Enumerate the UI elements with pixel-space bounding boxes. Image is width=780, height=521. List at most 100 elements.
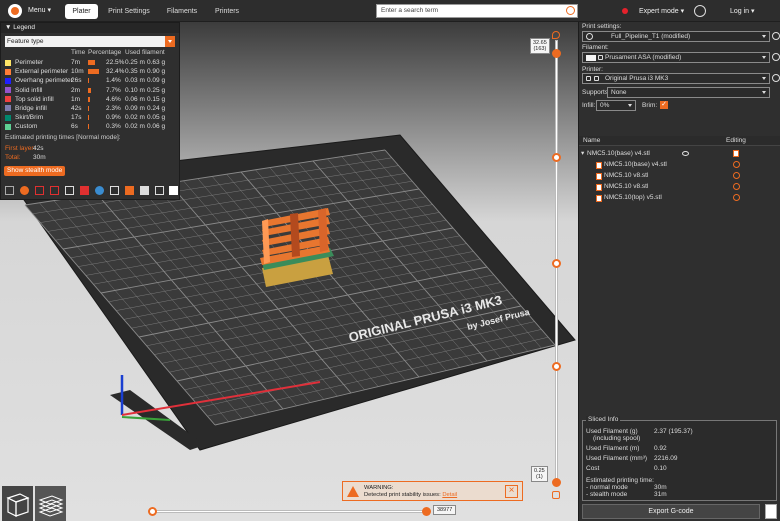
object-list-item[interactable]: NMC5.10 v8.stl — [579, 182, 779, 192]
tab-printers[interactable]: Printers — [210, 4, 244, 19]
color-swatch — [5, 105, 11, 112]
login-dropdown[interactable]: Log in ▾ — [730, 7, 755, 15]
object-list-item[interactable]: NMC5.10(top) v5.stl — [579, 193, 779, 203]
feature-name: Custom — [15, 123, 38, 131]
visibility-eye-icon[interactable] — [682, 151, 689, 156]
settings-cog-icon[interactable] — [733, 161, 740, 168]
infill-select[interactable]: 0% — [596, 100, 636, 111]
brim-checkbox[interactable]: ✓ — [660, 101, 668, 109]
print-settings-edit-icon[interactable] — [772, 32, 780, 40]
filament-select[interactable]: Prusament ASA (modified) — [582, 52, 770, 63]
warning-title: WARNING: — [364, 485, 394, 491]
view-type-select[interactable]: Feature type — [5, 36, 175, 47]
feature-name: Top solid infill — [15, 95, 54, 103]
printer-select[interactable]: Original Prusa i3 MK3 — [582, 73, 770, 84]
preview-button[interactable] — [35, 486, 66, 521]
export-gcode-button[interactable]: Export G-code — [582, 504, 760, 519]
center-of-gravity-icon[interactable] — [140, 186, 149, 195]
chevron-down-icon[interactable] — [165, 36, 175, 47]
seams-icon[interactable] — [65, 186, 74, 195]
custom-gcodes-icon[interactable] — [125, 186, 134, 195]
sliced-info-value: 0.92 — [654, 445, 667, 452]
user-account-icon[interactable] — [694, 5, 706, 17]
layer-slider-tick[interactable] — [552, 153, 561, 162]
filament-color-swatch[interactable] — [586, 55, 596, 61]
layer-slider-tick[interactable] — [552, 259, 561, 268]
move-slider-end-thumb[interactable] — [422, 507, 431, 516]
pause-prints-icon[interactable] — [110, 186, 119, 195]
slider-settings-icon[interactable] — [552, 491, 560, 499]
settings-cog-icon[interactable] — [733, 194, 740, 201]
right-sidebar: Print settings: Full_Pipeline_T1 (modifi… — [578, 22, 780, 521]
menu-button[interactable]: Menu ▾ — [28, 6, 51, 14]
legend-row[interactable]: Perimeter 7m 22.5% 0.25 m 0.63 g — [1, 58, 179, 67]
object-name: NMC5.10(top) v5.stl — [604, 194, 662, 201]
object-list-item[interactable]: ▾ NMC5.10(base) v4.stl — [579, 149, 779, 159]
percentage-bar — [88, 69, 99, 75]
move-slider-start-thumb[interactable] — [148, 507, 157, 516]
tab-plater[interactable]: Plater — [65, 4, 98, 19]
object-list-item[interactable]: NMC5.10(base) v4.stl — [579, 160, 779, 170]
sliced-info-panel: Sliced Info Used Filament (g) 2.37 (195.3… — [582, 416, 777, 501]
legend-row[interactable]: Solid infill 2m 7.7% 0.10 m 0.25 g — [1, 86, 179, 95]
feature-percentage: 32.4% — [106, 68, 125, 76]
collapse-icon[interactable]: ▾ — [581, 149, 584, 159]
legend-panel: ▼ Legend Feature type Time Percentage Us… — [0, 22, 180, 200]
feature-length: 0.25 m — [125, 59, 145, 66]
col-percentage: Percentage — [88, 49, 122, 56]
warning-detail-link[interactable]: Detail — [442, 492, 457, 498]
layer-slider-bottom-thumb[interactable] — [552, 478, 561, 487]
layer-slider-top-label: 32.65 (163) — [530, 38, 550, 54]
legend-row[interactable]: Custom 6s 0.3% 0.02 m 0.06 g — [1, 122, 179, 131]
edit-object-icon[interactable] — [733, 150, 739, 157]
tab-print-settings[interactable]: Print Settings — [106, 4, 152, 19]
legend-title: Legend — [13, 24, 35, 31]
settings-cog-icon[interactable] — [733, 183, 740, 190]
wipe-icon[interactable] — [20, 186, 29, 195]
print-settings-value: Full_Pipeline_T1 (modified) — [611, 33, 691, 40]
legend-row[interactable]: External perimeter 10m 32.4% 0.35 m 0.90 g — [1, 67, 179, 76]
undo-arrow-icon[interactable] — [552, 31, 560, 39]
print-settings-select[interactable]: Full_Pipeline_T1 (modified) — [582, 31, 770, 42]
search-placeholder: Enter a search term — [381, 7, 439, 14]
supports-label: Supports: — [582, 89, 610, 96]
shells-icon[interactable] — [155, 186, 164, 195]
supports-select[interactable]: None — [607, 87, 770, 98]
percentage-bar — [88, 78, 89, 84]
travel-icon[interactable] — [5, 186, 14, 195]
close-icon[interactable]: × — [505, 485, 518, 498]
deretractions-icon[interactable] — [50, 186, 59, 195]
tool-changes-icon[interactable] — [80, 186, 89, 195]
col-name: Name — [583, 137, 601, 144]
3d-view-button[interactable] — [2, 486, 33, 521]
legend-row[interactable]: Top solid infill 1m 4.6% 0.06 m 0.15 g — [1, 95, 179, 104]
search-icon[interactable] — [566, 6, 575, 15]
retractions-icon[interactable] — [35, 186, 44, 195]
object-name: NMC5.10(base) v4.stl — [604, 161, 667, 168]
legend-row[interactable]: Overhang perimeter 26s 1.4% 0.03 m 0.09 g — [1, 76, 179, 85]
tab-filaments[interactable]: Filaments — [164, 4, 200, 19]
stealth-mode-value: 31m — [654, 491, 667, 498]
feature-length: 0.02 m — [125, 123, 145, 131]
col-time: Time — [71, 49, 86, 56]
move-slider-track[interactable] — [152, 510, 428, 513]
legend-row[interactable]: Bridge infill 42s 2.3% 0.09 m 0.24 g — [1, 104, 179, 113]
tool-marker-icon[interactable] — [169, 186, 178, 195]
settings-cog-icon[interactable] — [733, 172, 740, 179]
object-name: NMC5.10(base) v4.stl — [587, 150, 650, 157]
bottom-layer: (1) — [535, 474, 543, 480]
legend-row[interactable]: Skirt/Brim 17s 0.9% 0.02 m 0.05 g — [1, 113, 179, 122]
color-changes-icon[interactable] — [95, 186, 104, 195]
feature-name: Bridge infill — [15, 104, 47, 112]
filament-edit-icon[interactable] — [772, 53, 780, 61]
mode-dropdown[interactable]: Expert mode ▾ — [639, 7, 684, 15]
show-stealth-mode-button[interactable]: Show stealth mode — [4, 166, 66, 176]
layer-slider-top-thumb[interactable] — [552, 49, 561, 58]
send-to-sd-icon[interactable] — [765, 504, 777, 519]
printer-edit-icon[interactable] — [772, 74, 780, 82]
legend-header[interactable]: ▼ Legend — [1, 23, 179, 33]
search-input[interactable]: Enter a search term — [376, 4, 578, 18]
layer-slider-tick[interactable] — [552, 362, 561, 371]
top-layer: (163) — [533, 46, 547, 52]
object-list-item[interactable]: NMC5.10 v8.stl — [579, 171, 779, 181]
